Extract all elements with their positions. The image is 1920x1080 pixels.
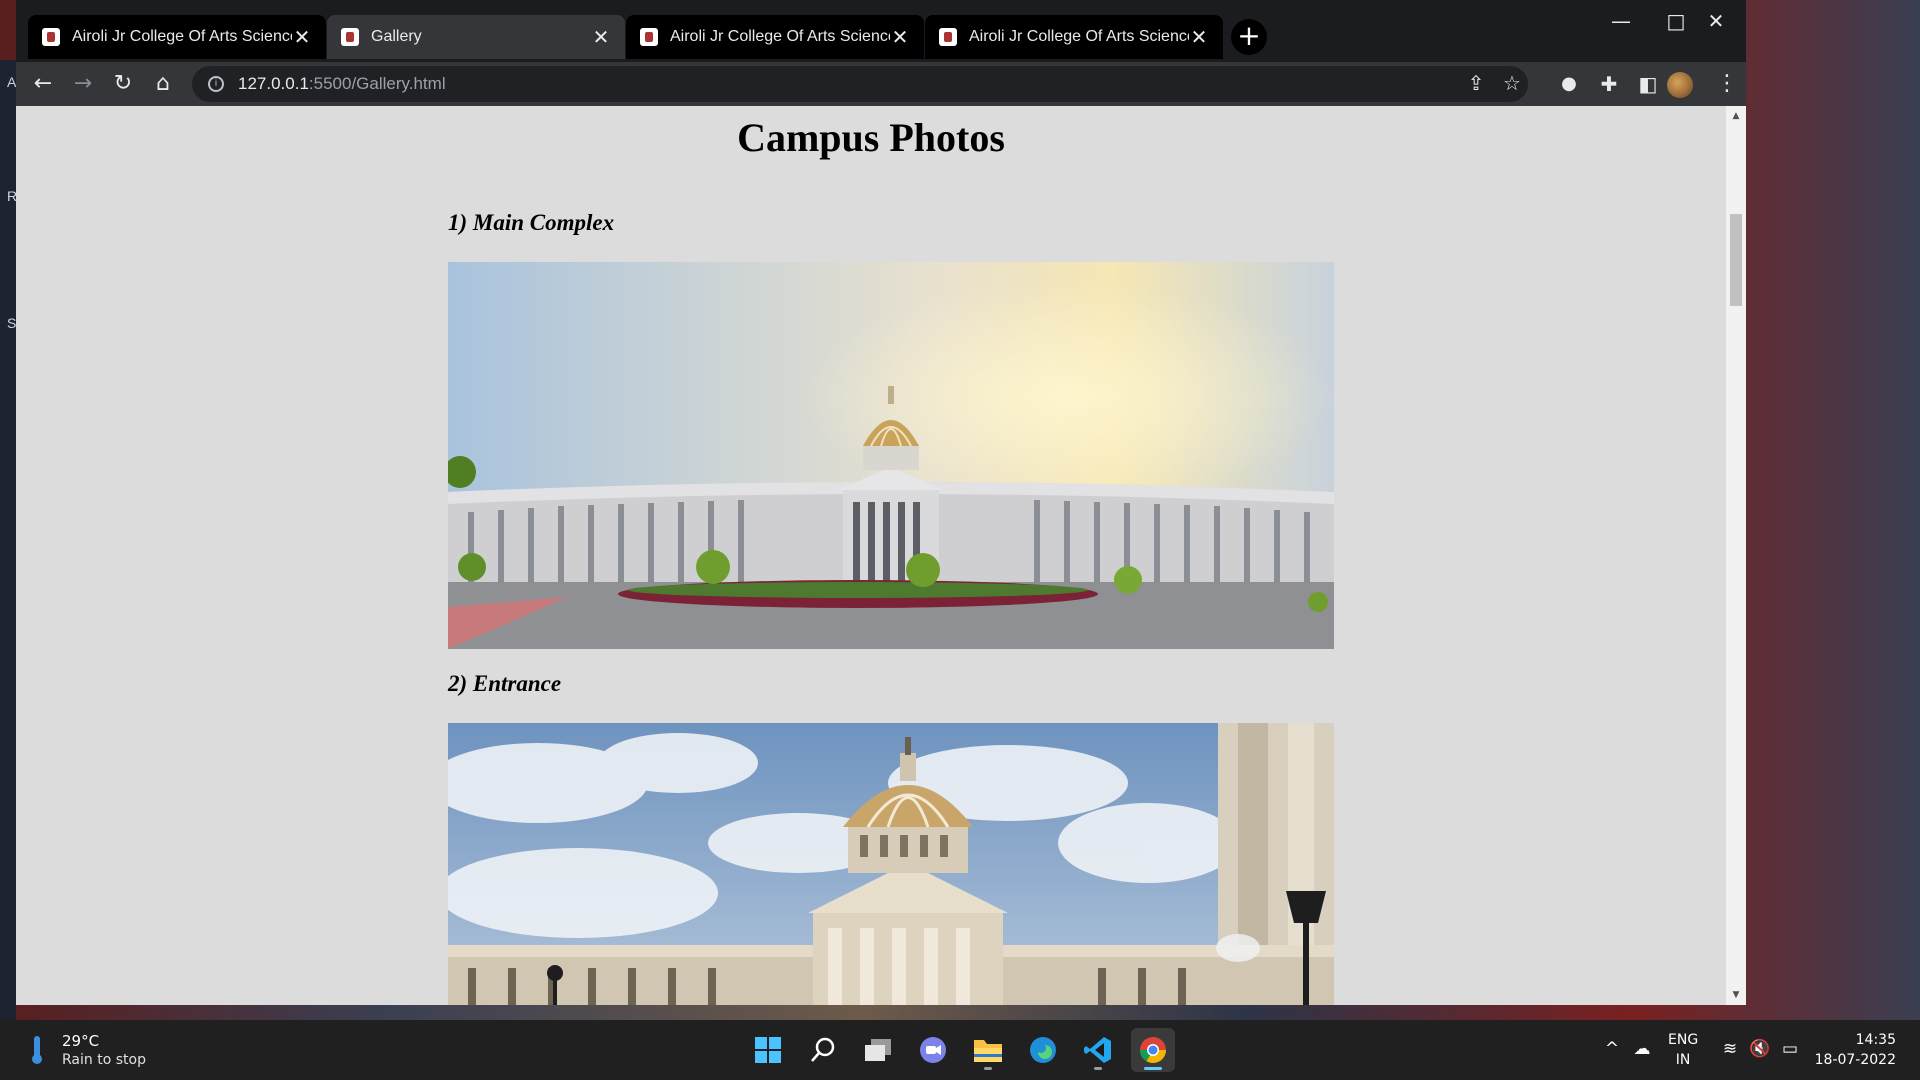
tab-title: Airoli Jr College Of Arts Science / bbox=[969, 28, 1189, 45]
clock-time: 14:35 bbox=[1855, 1032, 1896, 1048]
tab-title: Airoli Jr College Of Arts Science / bbox=[670, 28, 890, 45]
home-icon[interactable]: ⌂ bbox=[148, 69, 178, 99]
scroll-up-icon[interactable]: ▲ bbox=[1726, 106, 1746, 126]
site-info-icon[interactable]: i bbox=[208, 76, 224, 92]
site-favicon-icon bbox=[42, 28, 60, 46]
task-view-icon[interactable] bbox=[856, 1028, 900, 1072]
tab-airoli-2[interactable]: Airoli Jr College Of Arts Science / ✕ bbox=[626, 15, 924, 59]
onedrive-error-icon[interactable]: ☁ bbox=[1630, 1037, 1654, 1061]
edge-icon[interactable] bbox=[1021, 1028, 1065, 1072]
language-region: IN bbox=[1675, 1052, 1691, 1068]
scrollbar-thumb[interactable] bbox=[1730, 214, 1742, 306]
tab-strip: Airoli Jr College Of Arts Science / ✕ Ga… bbox=[16, 0, 1746, 62]
site-favicon-icon bbox=[341, 28, 359, 46]
page-viewport: Campus Photos 1) Main Complex 2) Entranc… bbox=[16, 106, 1746, 1005]
windows-taskbar: 29°C Rain to stop ^ ☁ ENG IN ≋ 🔇 ▭ 14:35… bbox=[0, 1020, 1920, 1080]
weather-widget[interactable]: 29°C Rain to stop bbox=[30, 1032, 146, 1070]
system-clock[interactable]: 14:35 18-07-2022 bbox=[1812, 1030, 1896, 1070]
browser-toolbar: ← → ↻ ⌂ i 127.0.0.1:5500/Gallery.html ⇪ … bbox=[16, 62, 1746, 106]
chrome-menu-icon[interactable]: ⋮ bbox=[1712, 69, 1742, 99]
bookmark-star-icon[interactable]: ☆ bbox=[1498, 70, 1526, 98]
running-indicator bbox=[984, 1067, 992, 1070]
volume-muted-icon[interactable]: 🔇 bbox=[1748, 1037, 1772, 1061]
page-scrollbar[interactable]: ▲ ▼ bbox=[1726, 106, 1746, 1005]
browser-window: Airoli Jr College Of Arts Science / ✕ Ga… bbox=[16, 0, 1746, 1005]
reload-icon[interactable]: ↻ bbox=[108, 69, 138, 99]
window-close-icon[interactable]: ✕ bbox=[1696, 6, 1736, 36]
tab-close-icon[interactable]: ✕ bbox=[890, 25, 910, 50]
side-panel-icon[interactable]: ◧ bbox=[1633, 69, 1663, 99]
section-heading-main-complex: 1) Main Complex bbox=[448, 210, 615, 235]
scroll-down-icon[interactable]: ▼ bbox=[1726, 985, 1746, 1005]
running-indicator bbox=[1094, 1067, 1102, 1070]
site-favicon-icon bbox=[939, 28, 957, 46]
teams-chat-icon[interactable] bbox=[911, 1028, 955, 1072]
wifi-icon[interactable]: ≋ bbox=[1718, 1037, 1742, 1061]
weather-condition: Rain to stop bbox=[62, 1052, 146, 1068]
desktop-edge-letter: A bbox=[7, 74, 17, 90]
tab-gallery[interactable]: Gallery ✕ bbox=[327, 15, 625, 59]
tab-title: Airoli Jr College Of Arts Science / bbox=[72, 28, 292, 45]
share-icon[interactable]: ⇪ bbox=[1462, 70, 1490, 98]
tab-close-icon[interactable]: ✕ bbox=[1189, 25, 1209, 50]
new-tab-button[interactable]: + bbox=[1231, 19, 1267, 55]
back-arrow-icon[interactable]: ← bbox=[28, 69, 58, 99]
file-explorer-icon[interactable] bbox=[966, 1028, 1010, 1072]
tab-airoli-3[interactable]: Airoli Jr College Of Arts Science / ✕ bbox=[925, 15, 1223, 59]
clock-date: 18-07-2022 bbox=[1814, 1052, 1896, 1068]
tab-close-icon[interactable]: ✕ bbox=[292, 25, 312, 50]
search-icon[interactable] bbox=[801, 1028, 845, 1072]
running-indicator bbox=[1144, 1067, 1162, 1070]
address-bar[interactable]: i 127.0.0.1:5500/Gallery.html ⇪ ☆ bbox=[192, 66, 1528, 102]
url-host: 127.0.0.1 bbox=[238, 74, 309, 93]
page-title: Campus Photos bbox=[737, 115, 1005, 160]
chrome-icon[interactable] bbox=[1131, 1028, 1175, 1072]
profile-avatar[interactable] bbox=[1667, 72, 1693, 98]
language-code: ENG bbox=[1668, 1032, 1699, 1048]
battery-charging-icon[interactable]: ▭ bbox=[1778, 1037, 1802, 1061]
main-complex-photo bbox=[448, 262, 1334, 649]
entrance-photo bbox=[448, 723, 1334, 1005]
thermometer-rain-icon bbox=[30, 1036, 44, 1066]
section-heading-entrance: 2) Entrance bbox=[448, 671, 562, 696]
desktop-edge: A R S bbox=[0, 60, 17, 1020]
tray-overflow-chevron-icon[interactable]: ^ bbox=[1600, 1037, 1624, 1061]
vscode-icon[interactable] bbox=[1076, 1028, 1120, 1072]
language-indicator[interactable]: ENG IN bbox=[1668, 1030, 1698, 1070]
tab-close-icon[interactable]: ✕ bbox=[591, 25, 611, 50]
tab-title: Gallery bbox=[371, 28, 422, 45]
extension-circle-icon[interactable]: ● bbox=[1554, 69, 1584, 99]
minimize-icon[interactable]: — bbox=[1601, 6, 1641, 36]
forward-arrow-icon[interactable]: → bbox=[68, 69, 98, 99]
desktop-edge-letter: S bbox=[7, 315, 17, 331]
tab-airoli-1[interactable]: Airoli Jr College Of Arts Science / ✕ bbox=[28, 15, 326, 59]
site-favicon-icon bbox=[640, 28, 658, 46]
start-icon[interactable] bbox=[746, 1028, 790, 1072]
puzzle-extensions-icon[interactable]: ✚ bbox=[1594, 69, 1624, 99]
weather-temperature: 29°C bbox=[62, 1032, 100, 1050]
url-path: :5500/Gallery.html bbox=[308, 74, 446, 93]
maximize-icon[interactable]: □ bbox=[1656, 6, 1696, 36]
